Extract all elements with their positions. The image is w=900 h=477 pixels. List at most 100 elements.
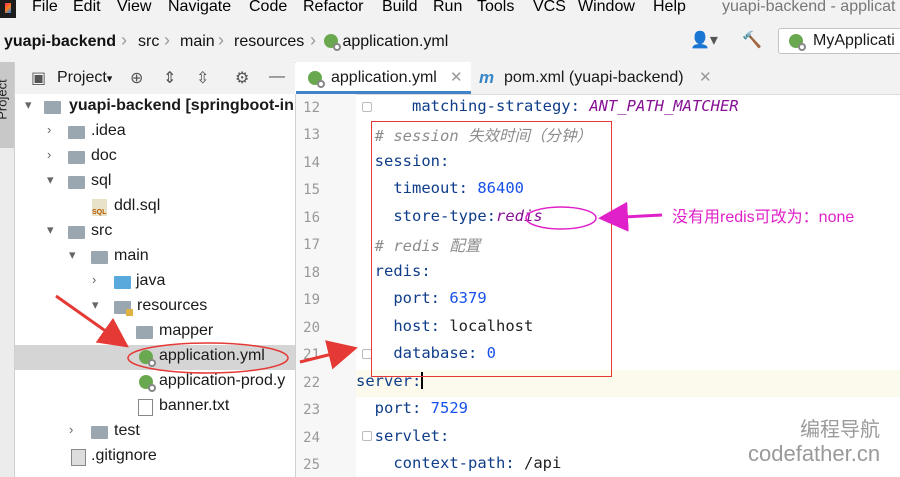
tree-item-label: sql (91, 172, 112, 189)
folder-icon (91, 251, 108, 264)
collapse-all-icon[interactable]: ⇳ (196, 68, 209, 88)
tree-item-label: banner.txt (159, 397, 230, 414)
project-view-label: Project (57, 69, 107, 86)
minimize-icon[interactable]: — (269, 68, 285, 86)
project-view-select[interactable]: Project▾ (57, 69, 112, 87)
tree-item-application-yml[interactable]: application.yml (15, 345, 295, 370)
menu-navigate[interactable]: Navigate (168, 0, 231, 16)
expand-arrow-icon[interactable]: ▾ (25, 97, 32, 113)
tree-item-label: src (91, 222, 113, 239)
folder-icon (91, 426, 108, 439)
tool-tab-project[interactable]: Project (0, 62, 14, 148)
yaml-separator: : (440, 427, 450, 445)
yaml-value: /api (523, 454, 562, 472)
tree-item-main[interactable]: ▾ main (15, 245, 295, 270)
line-number: 21 (303, 347, 320, 363)
highlight-box (371, 121, 612, 377)
chevron-right-icon[interactable]: › (47, 147, 51, 162)
build-hammer-icon[interactable]: 🔨 (742, 30, 762, 50)
tree-item-label: application-prod.y (159, 372, 286, 389)
tree-item-mapper[interactable]: › mapper (15, 320, 295, 345)
text-file-icon (138, 399, 153, 416)
close-icon[interactable]: ✕ (699, 68, 712, 86)
breadcrumb-file[interactable]: application.yml (324, 33, 448, 51)
navigation-bar: yuapi-backend › src › main › resources ›… (0, 20, 900, 63)
run-config-select[interactable]: MyApplicati (778, 28, 900, 54)
chevron-right-icon[interactable]: › (92, 272, 96, 287)
tree-item-test[interactable]: › test (15, 420, 295, 445)
watermark-title: 编程导航 (800, 419, 880, 441)
yaml-key: servlet (374, 427, 440, 445)
menu-view[interactable]: View (117, 0, 151, 16)
tree-item-idea[interactable]: › .idea (15, 120, 295, 145)
spring-boot-icon (789, 34, 806, 51)
resources-folder-icon (114, 301, 133, 316)
expand-arrow-icon[interactable]: ▾ (69, 247, 76, 263)
editor-tab-bar: application.yml ✕ m pom.xml (yuapi-backe… (296, 62, 900, 95)
tab-pom-xml[interactable]: m pom.xml (yuapi-backend) ✕ (471, 62, 716, 94)
expand-arrow-icon[interactable]: ▾ (47, 222, 54, 238)
line-number: 15 (303, 182, 320, 198)
chevron-down-icon: ▾ (106, 73, 113, 85)
folder-icon (44, 101, 61, 114)
menu-file[interactable]: File (32, 0, 58, 16)
menu-refactor[interactable]: Refactor (303, 0, 363, 16)
yaml-file-icon (308, 71, 325, 88)
line-number: 19 (303, 292, 320, 308)
code-line: servlet: (356, 427, 450, 445)
menu-build[interactable]: Build (382, 0, 418, 16)
yaml-key: matching-strategy (412, 97, 571, 115)
folder-icon (68, 151, 85, 164)
menu-vcs[interactable]: VCS (533, 0, 566, 16)
chevron-right-icon: › (164, 30, 170, 50)
line-number: 23 (303, 402, 320, 418)
yaml-key: port (374, 399, 412, 417)
tree-item-root[interactable]: ▾ yuapi-backend [springboot-ini (15, 95, 295, 120)
tree-item-resources[interactable]: ▾ resources (15, 295, 295, 320)
locate-icon[interactable]: ⊕ (130, 68, 143, 88)
breadcrumb-project[interactable]: yuapi-backend (4, 33, 116, 51)
line-number: 13 (303, 127, 320, 143)
tree-item-gitignore[interactable]: .gitignore (15, 445, 295, 470)
menu-tools[interactable]: Tools (477, 0, 514, 16)
expand-arrow-icon[interactable]: ▾ (47, 172, 54, 188)
tree-item-label: ddl.sql (114, 197, 161, 214)
yaml-separator: : (505, 454, 524, 472)
chevron-right-icon[interactable]: › (47, 122, 51, 137)
gear-icon[interactable]: ⚙ (235, 68, 249, 88)
tree-item-banner-txt[interactable]: banner.txt (15, 395, 295, 420)
tree-item-label: .gitignore (91, 447, 157, 464)
menu-code[interactable]: Code (249, 0, 287, 16)
tree-item-sql[interactable]: ▾ sql (15, 170, 295, 195)
tab-application-yml[interactable]: application.yml ✕ (296, 62, 471, 94)
breadcrumb-resources[interactable]: resources (234, 33, 304, 51)
yaml-separator: : (570, 97, 590, 115)
menu-help[interactable]: Help (653, 0, 686, 16)
expand-all-icon[interactable]: ⇕ (163, 68, 176, 88)
close-icon[interactable]: ✕ (450, 68, 463, 86)
expand-arrow-icon[interactable]: ▾ (92, 297, 99, 313)
chevron-right-icon[interactable]: › (115, 322, 119, 337)
menu-window[interactable]: Window (578, 0, 635, 16)
annotation-note: 没有用redis可改为：none (672, 209, 855, 226)
tree-item-ddl-sql[interactable]: ddl.sql (15, 195, 295, 220)
menu-edit[interactable]: Edit (73, 0, 101, 16)
tree-item-doc[interactable]: › doc (15, 145, 295, 170)
tree-item-java[interactable]: › java (15, 270, 295, 295)
user-icon[interactable]: 👤▾ (690, 30, 718, 50)
breadcrumb-src[interactable]: src (138, 33, 159, 51)
tree-item-label: doc (91, 147, 117, 164)
folder-icon (68, 176, 85, 189)
code-line: context-path: /api (356, 454, 561, 472)
chevron-right-icon: › (218, 30, 224, 50)
line-number: 18 (303, 265, 320, 281)
tree-item-src[interactable]: ▾ src (15, 220, 295, 245)
breadcrumb-main[interactable]: main (180, 33, 215, 51)
menu-run[interactable]: Run (433, 0, 462, 16)
menu-bar: File Edit View Navigate Code Refactor Bu… (0, 0, 900, 20)
chevron-right-icon[interactable]: › (69, 422, 73, 437)
tree-item-application-prod-yml[interactable]: application-prod.y (15, 370, 295, 395)
